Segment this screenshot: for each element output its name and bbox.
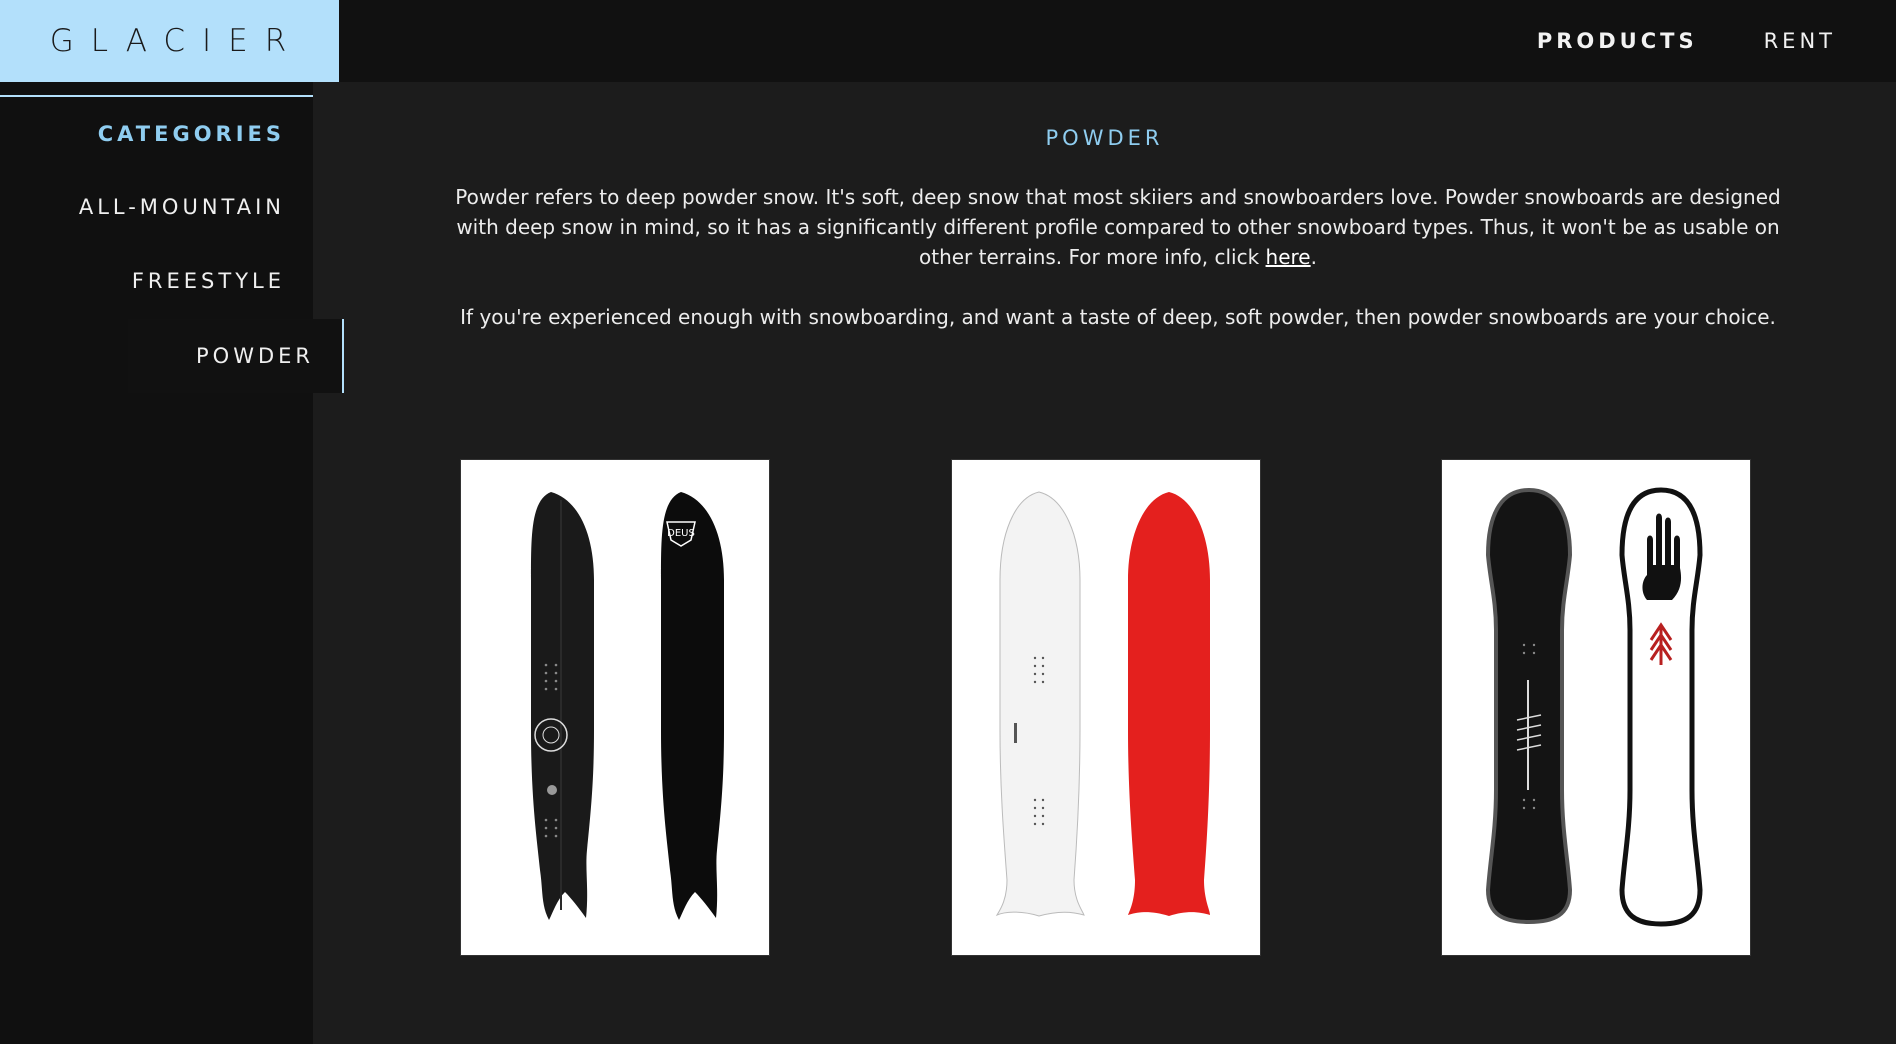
sidebar-item-powder[interactable]: POWDER xyxy=(128,319,344,393)
nav-products[interactable]: PRODUCTS xyxy=(1537,29,1698,53)
deus-logo-text: DEUS xyxy=(667,528,695,539)
main-nav: PRODUCTS RENT xyxy=(1537,0,1896,82)
sidebar-accent-line xyxy=(0,95,313,97)
snowboard-white-red-image xyxy=(995,491,1210,917)
category-sidebar: CATEGORIES ALL-MOUNTAIN FREESTYLE POWDER xyxy=(0,82,344,1044)
sidebar-item-powder-label: POWDER xyxy=(196,344,314,368)
sidebar-item-freestyle[interactable]: FREESTYLE xyxy=(132,269,285,293)
top-navigation-bar: GLACIER PRODUCTS RENT xyxy=(0,0,1896,82)
nav-rent[interactable]: RENT xyxy=(1764,29,1836,53)
product-card-1[interactable]: DEUS xyxy=(460,459,770,956)
product-card-3[interactable] xyxy=(1441,459,1751,956)
info-link[interactable]: here xyxy=(1266,245,1311,269)
category-recommendation: If you're experienced enough with snowbo… xyxy=(460,305,1776,329)
logo[interactable]: GLACIER xyxy=(0,0,339,82)
category-description: Powder refers to deep powder snow. It's … xyxy=(453,182,1783,272)
sidebar-item-all-mountain[interactable]: ALL-MOUNTAIN xyxy=(79,195,285,219)
description-text: Powder refers to deep powder snow. It's … xyxy=(455,185,1781,269)
snowboard-black-white-hand-image xyxy=(1485,487,1703,927)
product-card-2[interactable] xyxy=(951,459,1261,956)
main-content: POWDER Powder refers to deep powder snow… xyxy=(313,82,1896,1044)
description-period: . xyxy=(1310,245,1317,269)
page-title: POWDER xyxy=(1045,126,1164,150)
categories-heading: CATEGORIES xyxy=(97,122,285,146)
snowboard-black-fishtail-image: DEUS xyxy=(531,492,724,920)
